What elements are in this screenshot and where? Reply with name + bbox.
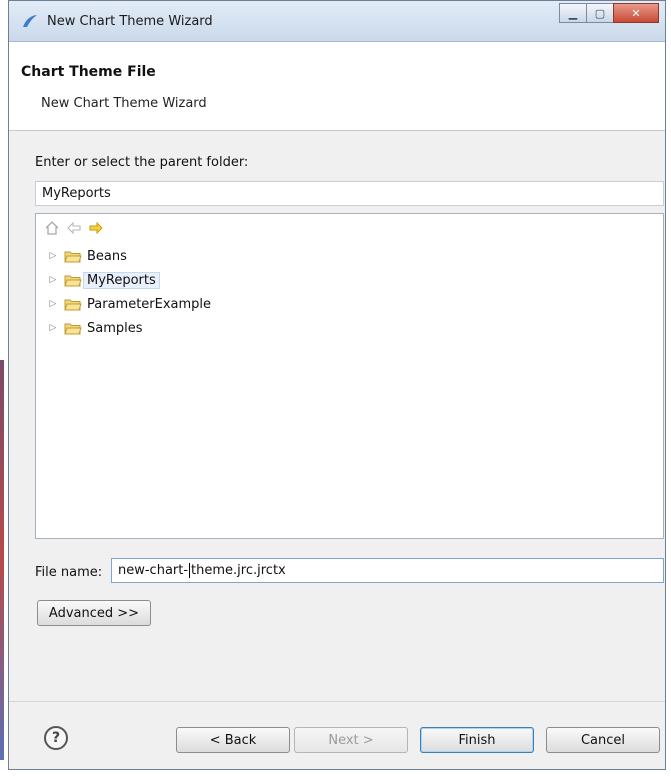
tree-item-label: MyReports <box>83 271 160 289</box>
help-icon-glyph: ? <box>51 730 61 746</box>
back-button-label: < Back <box>209 732 257 748</box>
wizard-header: Chart Theme File New Chart Theme Wizard <box>9 42 665 131</box>
tree-toolbar <box>44 220 104 236</box>
expand-arrow-icon[interactable]: ▷ <box>48 323 58 333</box>
eclipse-icon <box>23 15 37 27</box>
tree-item-parameterexample[interactable]: ▷ ParameterExample <box>48 292 212 316</box>
home-icon[interactable] <box>44 220 60 236</box>
window-title: New Chart Theme Wizard <box>47 14 213 29</box>
folder-icon <box>64 299 82 311</box>
folder-icon <box>64 275 82 287</box>
tree-item-label: Samples <box>87 320 143 336</box>
tree-list: ▷ Beans ▷ MyReports ▷ ParameterExample ▷… <box>48 244 212 340</box>
next-button[interactable]: Next > <box>294 727 408 753</box>
tree-item-label: ParameterExample <box>87 296 212 312</box>
parent-folder-value: MyReports <box>42 186 111 201</box>
next-button-label: Next > <box>328 732 374 748</box>
cancel-button-label: Cancel <box>580 732 626 748</box>
tree-item-myreports[interactable]: ▷ MyReports <box>48 268 211 292</box>
file-name-value-start: new-chart- <box>118 563 189 578</box>
tree-item-beans[interactable]: ▷ Beans <box>48 244 211 268</box>
folder-icon <box>64 323 82 335</box>
page-title: Chart Theme File <box>21 64 156 80</box>
back-button[interactable]: < Back <box>176 727 290 753</box>
page-subtitle: New Chart Theme Wizard <box>41 96 207 111</box>
maximize-button[interactable]: ▢ <box>586 3 614 23</box>
expand-arrow-icon[interactable]: ▷ <box>48 275 58 285</box>
tree-item-label: Beans <box>87 248 127 264</box>
minimize-icon: ▁ <box>568 6 578 20</box>
folder-tree[interactable]: ▷ Beans ▷ MyReports ▷ ParameterExample ▷… <box>35 213 664 539</box>
finish-button-label: Finish <box>458 732 496 748</box>
finish-button[interactable]: Finish <box>420 727 534 753</box>
folder-icon <box>64 251 82 263</box>
help-icon[interactable]: ? <box>44 726 68 750</box>
background-strip <box>0 360 4 760</box>
cancel-button[interactable]: Cancel <box>546 727 660 753</box>
expand-arrow-icon[interactable]: ▷ <box>48 251 58 261</box>
parent-folder-input[interactable]: MyReports <box>35 181 664 206</box>
file-name-label: File name: <box>35 565 103 580</box>
parent-folder-label: Enter or select the parent folder: <box>35 155 249 170</box>
file-name-input[interactable]: new-chart-theme.jrc.jrctx <box>111 558 664 583</box>
minimize-button[interactable]: ▁ <box>559 3 587 23</box>
advanced-button[interactable]: Advanced >> <box>37 600 151 626</box>
close-icon: ✕ <box>631 6 641 20</box>
text-cursor <box>189 563 191 578</box>
advanced-button-label: Advanced >> <box>48 605 140 621</box>
expand-arrow-icon[interactable]: ▷ <box>48 299 58 309</box>
close-button[interactable]: ✕ <box>613 3 659 23</box>
window-controls: ▁ ▢ ✕ <box>559 3 659 23</box>
maximize-icon: ▢ <box>594 6 606 20</box>
wizard-window: New Chart Theme Wizard ▁ ▢ ✕ Chart Theme… <box>8 0 666 770</box>
file-name-value-end: theme.jrc.jrctx <box>191 563 286 578</box>
title-bar: New Chart Theme Wizard ▁ ▢ ✕ <box>9 1 665 42</box>
tree-item-samples[interactable]: ▷ Samples <box>48 316 211 340</box>
back-arrow-icon[interactable] <box>66 220 82 236</box>
forward-arrow-icon[interactable] <box>88 220 104 236</box>
